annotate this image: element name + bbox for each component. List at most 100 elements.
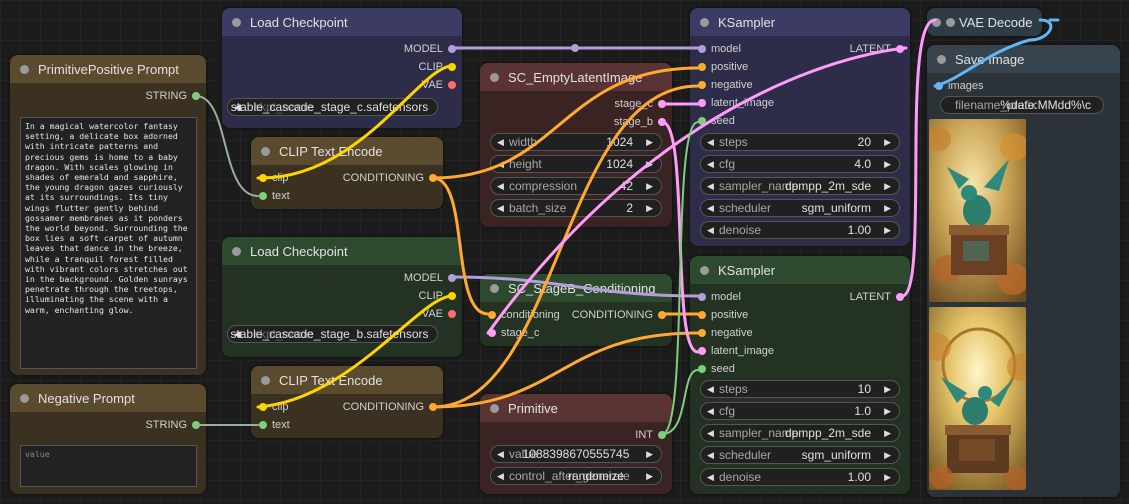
arrow-right-icon[interactable]: ▶ bbox=[646, 156, 653, 172]
input-seed[interactable]: seed bbox=[690, 360, 910, 378]
collapse-dot-icon[interactable] bbox=[700, 265, 709, 275]
node-header[interactable]: Negative Prompt bbox=[10, 384, 206, 412]
collapse-dot-icon[interactable] bbox=[700, 17, 709, 27]
conditioning-port-icon[interactable] bbox=[698, 329, 706, 337]
input-text[interactable]: text bbox=[251, 416, 443, 434]
arrow-right-icon[interactable]: ▶ bbox=[884, 178, 891, 194]
arrow-left-icon[interactable]: ◀ bbox=[497, 156, 504, 172]
clip-text-encode-neg-node[interactable]: CLIP Text Encode clip text CONDITIONING bbox=[251, 366, 443, 438]
node-header[interactable]: SC_EmptyLatentImage bbox=[480, 63, 672, 91]
output-image-thumbnail[interactable] bbox=[929, 119, 1026, 302]
output-int[interactable]: INT bbox=[480, 426, 672, 444]
arrow-left-icon[interactable]: ◀ bbox=[707, 200, 714, 216]
input-latent-image[interactable]: latent_image bbox=[690, 94, 910, 112]
sampler-name-combo[interactable]: ◀ sampler_name dpmpp_2m_sde ▶ bbox=[700, 177, 900, 195]
arrow-left-icon[interactable]: ◀ bbox=[497, 200, 504, 216]
vae-decode-node[interactable]: VAE Decode bbox=[927, 8, 1042, 36]
input-negative[interactable]: negative bbox=[690, 324, 910, 342]
conditioning-port-icon[interactable] bbox=[698, 311, 706, 319]
input-negative[interactable]: negative bbox=[690, 76, 910, 94]
sc-empty-latent-image-node[interactable]: SC_EmptyLatentImage stage_c stage_b ◀ wi… bbox=[480, 63, 672, 227]
output-vae[interactable]: VAE bbox=[222, 76, 462, 94]
latent-port-icon[interactable] bbox=[698, 347, 706, 355]
load-checkpoint-c-node[interactable]: Load Checkpoint MODEL CLIP VAE ◀ ckpt_na… bbox=[222, 8, 462, 128]
int-port-icon[interactable] bbox=[698, 365, 706, 373]
scheduler-combo[interactable]: ◀ scheduler sgm_uniform ▶ bbox=[700, 446, 900, 464]
primitive-node[interactable]: Primitive INT ◀ value 1088398670555745 ▶… bbox=[480, 394, 672, 494]
batch-size-number-widget[interactable]: ◀ batch_size 2 ▶ bbox=[490, 199, 662, 217]
collapse-dot-icon[interactable] bbox=[232, 17, 241, 27]
arrow-left-icon[interactable]: ◀ bbox=[497, 134, 504, 150]
conditioning-port-icon[interactable] bbox=[698, 81, 706, 89]
ckpt-name-combo[interactable]: ◀ ckpt_name stable_cascade_stage_b.safet… bbox=[227, 325, 438, 343]
latent-port-icon[interactable] bbox=[658, 118, 666, 126]
collapse-dot-icon[interactable] bbox=[261, 375, 270, 385]
node-header[interactable]: VAE Decode bbox=[927, 8, 1042, 36]
arrow-right-icon[interactable]: ▶ bbox=[884, 403, 891, 419]
arrow-left-icon[interactable]: ◀ bbox=[497, 178, 504, 194]
ckpt-name-combo[interactable]: ◀ ckpt_name stable_cascade_stage_c.safet… bbox=[227, 98, 438, 116]
arrow-left-icon[interactable]: ◀ bbox=[707, 425, 714, 441]
input-images[interactable]: images bbox=[927, 77, 1120, 95]
arrow-right-icon[interactable]: ▶ bbox=[646, 200, 653, 216]
vae-port-icon[interactable] bbox=[448, 81, 456, 89]
sampler-name-combo[interactable]: ◀ sampler_name dpmpp_2m_sde ▶ bbox=[700, 424, 900, 442]
arrow-right-icon[interactable]: ▶ bbox=[646, 468, 653, 484]
node-header[interactable]: SC_StageB_Conditioning bbox=[480, 274, 672, 302]
arrow-left-icon[interactable]: ◀ bbox=[707, 381, 714, 397]
height-number-widget[interactable]: ◀ height 1024 ▶ bbox=[490, 155, 662, 173]
conditioning-port-icon[interactable] bbox=[429, 403, 437, 411]
collapse-dot-icon[interactable] bbox=[20, 64, 29, 74]
compression-number-widget[interactable]: ◀ compression 42 ▶ bbox=[490, 177, 662, 195]
arrow-right-icon[interactable]: ▶ bbox=[884, 425, 891, 441]
model-port-icon[interactable] bbox=[448, 45, 456, 53]
output-string[interactable]: STRING bbox=[10, 87, 206, 105]
arrow-right-icon[interactable]: ▶ bbox=[884, 222, 891, 238]
port-dot-icon[interactable] bbox=[946, 17, 955, 27]
latent-port-icon[interactable] bbox=[896, 293, 904, 301]
arrow-right-icon[interactable]: ▶ bbox=[884, 447, 891, 463]
latent-port-icon[interactable] bbox=[488, 329, 496, 337]
string-port-icon[interactable] bbox=[192, 421, 200, 429]
arrow-right-icon[interactable]: ▶ bbox=[646, 178, 653, 194]
string-port-icon[interactable] bbox=[259, 421, 267, 429]
seed-value-widget[interactable]: ◀ value 1088398670555745 ▶ bbox=[490, 445, 662, 463]
int-port-icon[interactable] bbox=[658, 431, 666, 439]
scheduler-combo[interactable]: ◀ scheduler sgm_uniform ▶ bbox=[700, 199, 900, 217]
cfg-widget[interactable]: ◀ cfg 1.0 ▶ bbox=[700, 402, 900, 420]
arrow-left-icon[interactable]: ◀ bbox=[707, 134, 714, 150]
input-text[interactable]: text bbox=[251, 187, 443, 205]
prompt-textarea[interactable]: In a magical watercolor fantasy setting,… bbox=[20, 117, 197, 369]
arrow-left-icon[interactable]: ◀ bbox=[707, 447, 714, 463]
negative-prompt-node[interactable]: Negative Prompt STRING value bbox=[10, 384, 206, 494]
latent-port-icon[interactable] bbox=[658, 100, 666, 108]
node-header[interactable]: Primitive bbox=[480, 394, 672, 422]
arrow-left-icon[interactable]: ◀ bbox=[707, 469, 714, 485]
node-header[interactable]: Save Image bbox=[927, 45, 1120, 73]
arrow-right-icon[interactable]: ▶ bbox=[884, 381, 891, 397]
output-conditioning[interactable]: CONDITIONING bbox=[251, 398, 443, 416]
latent-port-icon[interactable] bbox=[698, 99, 706, 107]
output-model[interactable]: MODEL bbox=[222, 40, 462, 58]
output-clip[interactable]: CLIP bbox=[222, 287, 462, 305]
load-checkpoint-b-node[interactable]: Load Checkpoint MODEL CLIP VAE ◀ ckpt_na… bbox=[222, 237, 462, 357]
node-header[interactable]: CLIP Text Encode bbox=[251, 137, 443, 165]
latent-port-icon[interactable] bbox=[896, 45, 904, 53]
conditioning-port-icon[interactable] bbox=[429, 174, 437, 182]
node-header[interactable]: CLIP Text Encode bbox=[251, 366, 443, 394]
collapse-dot-icon[interactable] bbox=[932, 17, 941, 27]
arrow-right-icon[interactable]: ▶ bbox=[884, 200, 891, 216]
arrow-left-icon[interactable]: ◀ bbox=[707, 222, 714, 238]
output-conditioning[interactable]: CONDITIONING bbox=[480, 306, 672, 324]
steps-widget[interactable]: ◀ steps 10 ▶ bbox=[700, 380, 900, 398]
negative-textarea[interactable]: value bbox=[20, 445, 197, 487]
cfg-widget[interactable]: ◀ cfg 4.0 ▶ bbox=[700, 155, 900, 173]
output-clip[interactable]: CLIP bbox=[222, 58, 462, 76]
node-header[interactable]: Load Checkpoint bbox=[222, 8, 462, 36]
arrow-right-icon[interactable]: ▶ bbox=[884, 134, 891, 150]
clip-port-icon[interactable] bbox=[448, 292, 456, 300]
arrow-right-icon[interactable]: ▶ bbox=[646, 134, 653, 150]
string-port-icon[interactable] bbox=[259, 192, 267, 200]
node-header[interactable]: PrimitivePositive Prompt bbox=[10, 55, 206, 83]
input-stage-c[interactable]: stage_c bbox=[480, 324, 672, 342]
